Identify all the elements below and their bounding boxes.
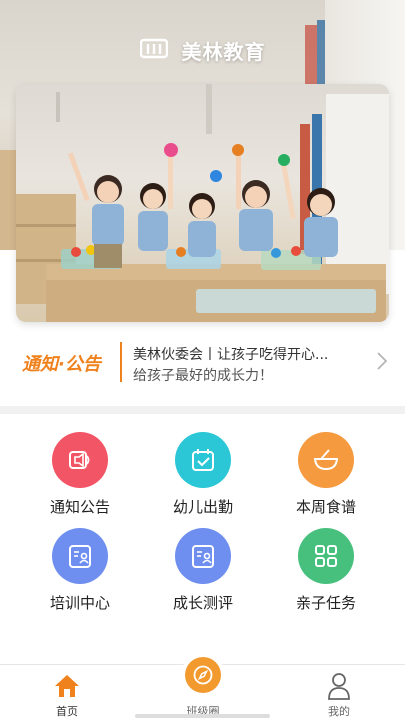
grid-icon: [298, 528, 354, 584]
tab-label: 我的: [328, 705, 350, 718]
feature-label: 培训中心: [49, 594, 110, 612]
calendar-check-icon: [175, 432, 231, 488]
feature-label: 通知公告: [49, 498, 110, 516]
tab-mine[interactable]: 我的: [294, 665, 384, 721]
brand-logo: 美林教育: [0, 36, 405, 65]
compass-button[interactable]: [181, 653, 225, 697]
feature-attendance[interactable]: 幼儿出勤: [143, 422, 263, 518]
feature-label: 成长测评: [172, 594, 233, 612]
compass-icon: [185, 657, 221, 693]
speaker-icon: [52, 432, 108, 488]
user-icon: [328, 673, 350, 700]
chevron-right-icon[interactable]: [377, 352, 387, 370]
brand-mark-icon: [139, 37, 168, 64]
brand-name: 美林教育: [181, 40, 266, 64]
bowl-icon: [298, 432, 354, 488]
banner-photo[interactable]: [16, 84, 389, 322]
feature-grid: 通知公告 幼儿出勤 本周食谱 培训中心 成长测评 亲子任务: [0, 414, 405, 654]
notice-title: 通知·公告: [22, 354, 101, 375]
feature-label: 幼儿出勤: [172, 498, 233, 516]
tab-label: 首页: [56, 705, 78, 718]
feature-label: 亲子任务: [295, 594, 356, 612]
id-card-icon: [52, 528, 108, 584]
feature-label: 本周食谱: [295, 498, 356, 516]
notice-headline[interactable]: 美林伙委会丨让孩子吃得开心...: [133, 344, 363, 364]
home-indicator: [135, 714, 270, 718]
feature-assessment[interactable]: 成长测评: [143, 518, 263, 614]
home-icon: [55, 675, 79, 697]
feature-menu[interactable]: 本周食谱: [266, 422, 386, 518]
notice-subline[interactable]: 给孩子最好的成长力！: [133, 365, 273, 385]
tab-class-circle[interactable]: 班级圈: [158, 653, 248, 721]
tab-home[interactable]: 首页: [22, 665, 112, 721]
id-card-icon: [175, 528, 231, 584]
notice-bar[interactable]: 通知·公告 美林伙委会丨让孩子吃得开心... 给孩子最好的成长力！: [0, 336, 405, 390]
bottom-tab-bar: 首页 班级圈 我的: [0, 653, 405, 721]
feature-training[interactable]: 培训中心: [20, 518, 140, 614]
section-separator: [0, 406, 405, 414]
notice-divider: [120, 342, 122, 382]
feature-parent-tasks[interactable]: 亲子任务: [266, 518, 386, 614]
feature-notice[interactable]: 通知公告: [20, 422, 140, 518]
